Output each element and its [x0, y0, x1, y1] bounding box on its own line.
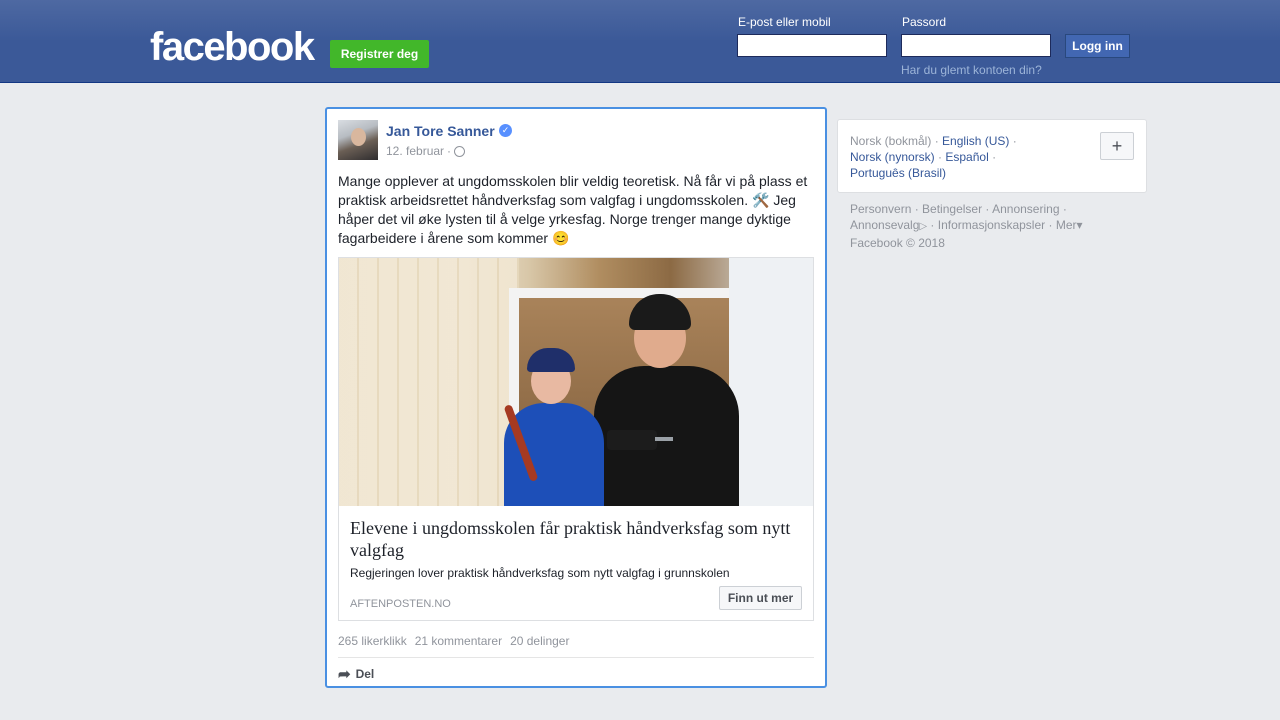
login-button[interactable]: Logg inn — [1065, 34, 1130, 58]
facebook-logo[interactable]: facebook — [150, 26, 315, 68]
footer-advertising[interactable]: Annonsering — [992, 202, 1059, 216]
plus-icon: + — [1111, 135, 1123, 156]
separator: · — [992, 150, 997, 164]
footer-copyright: Facebook © 2018 — [850, 236, 945, 250]
shares-count[interactable]: 20 delinger — [510, 634, 569, 648]
register-button[interactable]: Registrer deg — [330, 40, 429, 68]
top-bar: facebook Registrer deg E-post eller mobi… — [0, 0, 1280, 83]
language-current: Norsk (bokmål) — [850, 134, 932, 148]
footer-privacy[interactable]: Personvern — [850, 202, 911, 216]
comments-count[interactable]: 21 kommentarer — [415, 634, 502, 648]
language-nynorsk[interactable]: Norsk (nynorsk) — [850, 150, 935, 164]
footer-ad-choices[interactable]: Annonsevalg — [850, 218, 919, 232]
forgot-account-link[interactable]: Har du glemt kontoen din? — [901, 63, 1042, 77]
language-portuguese[interactable]: Português (Brasil) — [850, 166, 946, 180]
share-label: Del — [355, 667, 375, 681]
language-list: Norsk (bokmål) · English (US) · Norsk (n… — [850, 133, 1017, 181]
divider — [338, 657, 814, 658]
globe-icon — [454, 145, 466, 157]
email-label: E-post eller mobil — [738, 15, 831, 29]
password-field[interactable] — [901, 34, 1051, 57]
link-description: Regjeringen lover praktisk håndverksfag … — [350, 566, 730, 580]
post-card: Jan Tore Sanner ✓ 12. februar · Mange op… — [325, 107, 827, 688]
footer-links: Personvern · Betingelser · Annonsering ·… — [850, 202, 1083, 250]
link-source: AFTENPOSTEN.NO — [350, 598, 451, 610]
password-label: Passord — [902, 15, 947, 29]
language-spanish[interactable]: Español — [945, 150, 988, 164]
link-preview[interactable]: Elevene i ungdomsskolen får praktisk hån… — [338, 257, 814, 621]
avatar[interactable] — [338, 120, 378, 160]
ad-choices-icon: ▷ — [919, 221, 928, 232]
post-author[interactable]: Jan Tore Sanner — [386, 123, 495, 139]
share-icon: ➦ — [338, 666, 351, 683]
post-stats: 265 likerklikk 21 kommentarer 20 delinge… — [338, 634, 569, 648]
learn-more-button[interactable]: Finn ut mer — [719, 586, 802, 610]
post-date[interactable]: 12. februar — [386, 144, 444, 158]
link-title[interactable]: Elevene i ungdomsskolen får praktisk hån… — [350, 517, 806, 561]
chevron-down-icon: ▾ — [1076, 218, 1083, 232]
footer-terms[interactable]: Betingelser — [922, 202, 982, 216]
separator: · — [1012, 134, 1017, 148]
separator: · — [938, 150, 943, 164]
separator: · — [934, 134, 939, 148]
more-languages-button[interactable]: + — [1100, 132, 1134, 160]
email-field[interactable] — [737, 34, 887, 57]
footer-cookies[interactable]: Informasjonskapsler — [938, 218, 1045, 232]
footer-more[interactable]: Mer — [1056, 218, 1077, 232]
meta-separator: · — [447, 144, 452, 158]
verified-badge-icon: ✓ — [499, 124, 512, 137]
language-english[interactable]: English (US) — [942, 134, 1009, 148]
share-button[interactable]: ➦ Del — [338, 665, 374, 683]
likes-count[interactable]: 265 likerklikk — [338, 634, 407, 648]
post-meta: 12. februar · — [386, 144, 466, 158]
post-text: Mange opplever at ungdomsskolen blir vel… — [338, 173, 808, 246]
link-image[interactable] — [339, 258, 813, 506]
language-selector: Norsk (bokmål) · English (US) · Norsk (n… — [837, 119, 1147, 193]
